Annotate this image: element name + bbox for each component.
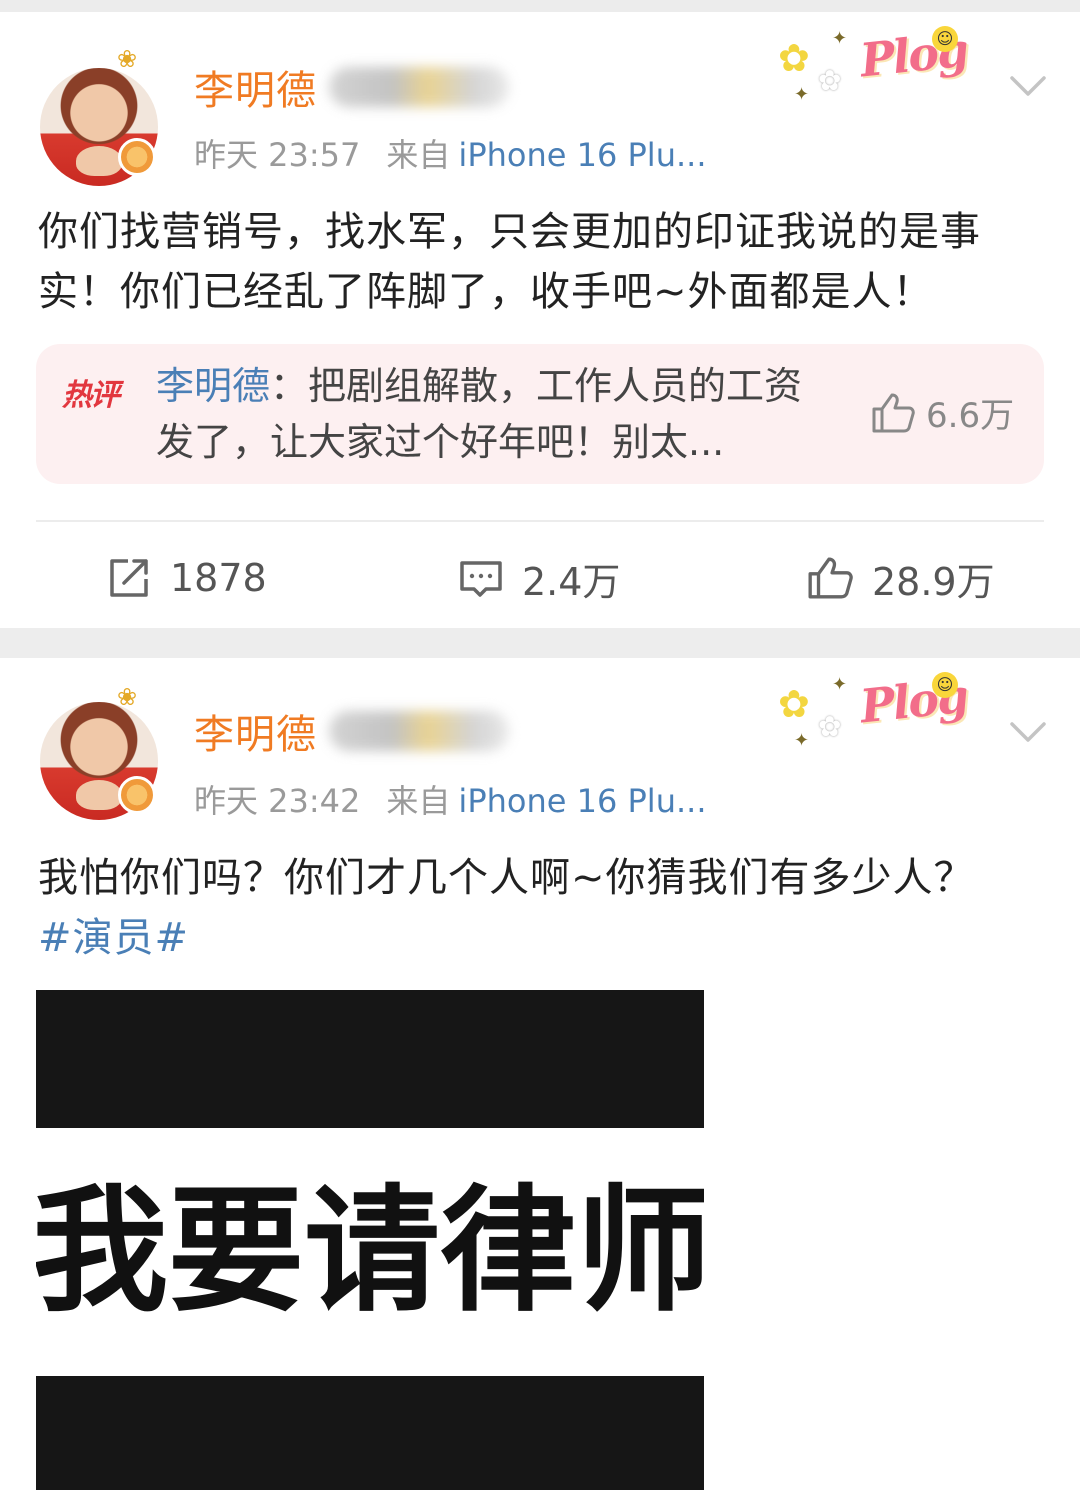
user-name[interactable]: 李明德 [194,58,317,116]
hot-comment-separator: ： [270,364,309,408]
sparkle-icon: ✦ [794,730,810,751]
divider [36,520,1044,522]
like-count: 28.9万 [872,559,995,604]
source-label: 来自 [386,782,451,820]
post-time: 昨天 23:42 [194,782,361,820]
like-button[interactable]: 28.9万 [806,548,995,608]
post-text-body: 我怕你们吗？你们才几个人啊~你猜我们有多少人？ [38,855,975,901]
flower-icon: ✿ [818,64,842,97]
hashtag-link[interactable]: #演员# [38,915,189,961]
avatar-pendant-icon: ❀ [116,683,138,711]
user-name-row: 李明德 [194,706,509,758]
plog-sticker: ✿ ✿ ✦ ✦ Plog ☺ [772,666,992,756]
verified-badge-icon [118,138,156,176]
hot-comment-author[interactable]: 李明德 [156,364,270,408]
hot-comment[interactable]: 热评 李明德：把剧组解散，工作人员的工资发了，让大家过个好年吧！别太... 6.… [36,344,1044,484]
repost-count: 1878 [170,556,267,600]
post-meta: 昨天 23:57 来自 iPhone 16 Plu... [194,130,706,176]
post-time: 昨天 23:57 [194,136,361,174]
post-device[interactable]: iPhone 16 Plu... [458,782,706,820]
hot-comment-like[interactable]: 6.6万 [870,388,1014,437]
image-black-bar [36,1376,704,1490]
plog-sticker: ✿ ✿ ✦ ✦ Plog ☺ [772,20,992,110]
repost-button[interactable]: 1878 [106,548,267,608]
smiley-icon: ☺ [932,672,958,698]
image-text: 我要请律师 [36,1173,704,1331]
user-name[interactable]: 李明德 [194,702,317,760]
share-icon [110,559,148,597]
avatar-pendant-icon: ❀ [116,45,138,73]
top-separator [0,0,1080,12]
chevron-down-icon[interactable] [1006,64,1050,108]
user-name-row: 李明德 [194,62,509,114]
image-black-bar [36,990,704,1128]
weibo-post[interactable]: ❀ 李明德 昨天 23:57 来自 iPhone 16 Plu... ✿ ✿ ✦ ✦… [0,12,1080,628]
flower-icon: ✿ [818,710,842,743]
post-text: 你们找营销号，找水军，只会更加的印证我说的是事实！你们已经乱了阵脚了，收手吧~外… [38,209,981,315]
weibo-post[interactable]: ❀ 李明德 昨天 23:42 来自 iPhone 16 Plu... ✿ ✿ ✦ ✦… [0,658,1080,1511]
hot-comment-like-count: 6.6万 [926,396,1015,436]
post-device[interactable]: iPhone 16 Plu... [458,136,706,174]
hot-comment-body: 李明德：把剧组解散，工作人员的工资发了，让大家过个好年吧！别太... [156,358,816,470]
post-image[interactable]: 我要请律师 [36,990,704,1490]
comment-count: 2.4万 [522,559,621,604]
post-text: 我怕你们吗？你们才几个人啊~你猜我们有多少人？ #演员# [38,848,1048,968]
comment-icon [460,561,502,597]
post-meta: 昨天 23:42 来自 iPhone 16 Plu... [194,776,706,822]
thumbs-up-icon [872,393,915,432]
flower-icon: ✿ [778,682,810,726]
sparkle-icon: ✦ [832,28,848,49]
flower-icon: ✿ [778,36,810,80]
smiley-icon: ☺ [932,26,958,52]
comment-button[interactable]: 2.4万 [458,548,620,608]
chevron-down-icon[interactable] [1006,710,1050,754]
verified-badge-icon [118,776,156,814]
sparkle-icon: ✦ [832,674,848,695]
sparkle-icon: ✦ [794,84,810,105]
hot-comment-badge: 热评 [62,370,120,414]
thumbs-up-icon [808,557,853,599]
blurred-user-tag [329,711,509,751]
source-label: 来自 [386,136,451,174]
blurred-user-tag [329,67,509,107]
